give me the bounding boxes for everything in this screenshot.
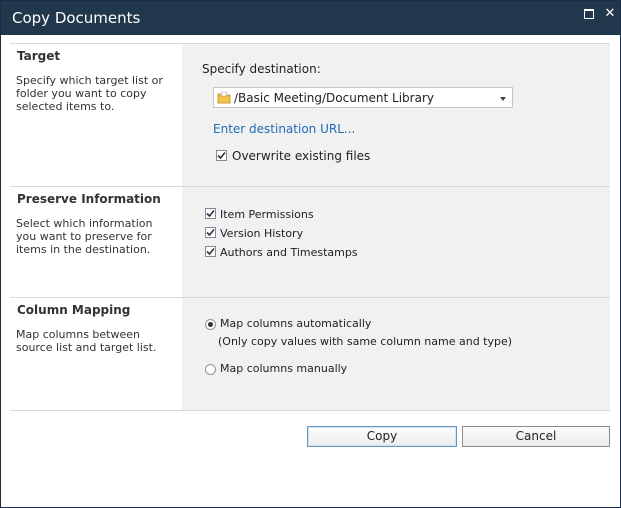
title-bar: Copy Documents ✕ (1, 1, 620, 35)
chevron-down-icon (500, 97, 506, 101)
preserve-options-panel (182, 187, 610, 297)
check-icon (206, 228, 215, 237)
map-manually-label: Map columns manually (220, 362, 348, 375)
copy-button[interactable]: Copy (307, 426, 457, 447)
item-permissions-label: Item Permissions (220, 208, 314, 221)
cancel-button[interactable]: Cancel (462, 426, 610, 447)
check-icon (206, 247, 215, 256)
destination-dropdown[interactable]: /Basic Meeting/Document Library (213, 87, 513, 108)
destination-value: /Basic Meeting/Document Library (234, 91, 434, 105)
mapping-options-panel (182, 298, 610, 410)
authors-timestamps-label: Authors and Timestamps (220, 246, 358, 259)
dropdown-toggle[interactable] (495, 89, 511, 106)
close-icon: ✕ (604, 6, 616, 21)
maximize-button[interactable] (583, 7, 597, 21)
version-history-checkbox[interactable] (205, 227, 216, 238)
item-permissions-checkbox[interactable] (205, 208, 216, 219)
preserve-heading: Preserve Information (17, 192, 161, 206)
specify-destination-label: Specify destination: (202, 62, 321, 76)
maximize-icon (584, 9, 594, 19)
overwrite-checkbox[interactable] (216, 150, 227, 161)
dialog-title: Copy Documents (12, 9, 141, 27)
close-button[interactable]: ✕ (603, 7, 617, 21)
map-automatically-radio[interactable] (205, 319, 216, 330)
map-automatically-label: Map columns automatically (220, 317, 372, 330)
target-heading: Target (17, 49, 61, 63)
map-automatically-note: (Only copy values with same column name … (218, 335, 513, 348)
overwrite-label: Overwrite existing files (232, 149, 371, 163)
preserve-description: Select which information you want to pre… (16, 217, 153, 256)
enter-destination-url-link[interactable]: Enter destination URL... (213, 122, 355, 136)
target-description: Specify which target list or folder you … (16, 74, 163, 113)
version-history-label: Version History (220, 227, 304, 240)
folder-icon (217, 91, 231, 104)
check-icon (206, 209, 215, 218)
authors-timestamps-checkbox[interactable] (205, 246, 216, 257)
copy-documents-dialog: Copy Documents ✕ Target Specify which ta… (0, 0, 621, 508)
mapping-description: Map columns between source list and targ… (16, 328, 157, 354)
check-icon (217, 151, 226, 160)
section-divider (10, 410, 610, 411)
mapping-heading: Column Mapping (17, 303, 131, 317)
map-manually-radio[interactable] (205, 364, 216, 375)
